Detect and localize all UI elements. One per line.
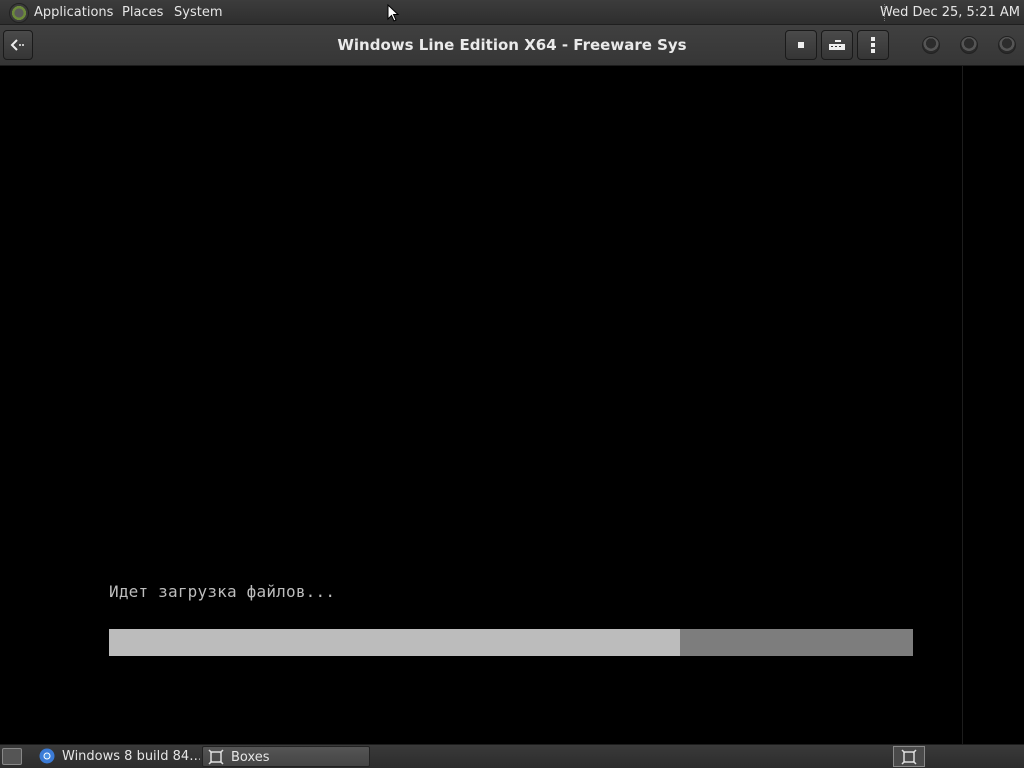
kebab-menu-icon <box>871 37 875 53</box>
mate-logo-icon[interactable] <box>9 3 29 23</box>
display-edge <box>962 66 963 744</box>
boxes-icon <box>208 749 224 765</box>
menu-button[interactable] <box>857 30 889 60</box>
vm-display[interactable]: Идет загрузка файлов... <box>0 66 1024 744</box>
boxes-icon <box>901 748 917 765</box>
chrome-icon <box>39 748 55 764</box>
progress-fill <box>109 629 680 656</box>
top-panel: Applications Places System Wed Dec 25, 5… <box>0 0 1024 25</box>
send-keys-button[interactable] <box>821 30 853 60</box>
taskbar-item-label: Windows 8 build 84… <box>62 749 200 764</box>
applications-menu[interactable]: Applications <box>34 0 113 25</box>
taskbar-item-boxes[interactable]: Boxes <box>202 746 370 767</box>
loading-text: Идет загрузка файлов... <box>109 582 336 601</box>
progress-bar <box>109 629 913 656</box>
places-menu[interactable]: Places <box>122 0 163 25</box>
taskbar-item-label: Boxes <box>231 750 270 765</box>
boxes-tray-icon[interactable] <box>893 746 925 767</box>
system-menu[interactable]: System <box>174 0 222 25</box>
stop-button[interactable] <box>785 30 817 60</box>
bottom-panel: Windows 8 build 84… Boxes <box>0 744 1024 768</box>
minimize-icon[interactable] <box>922 36 940 54</box>
mouse-cursor-icon <box>387 4 399 22</box>
stop-icon <box>798 42 804 48</box>
back-arrow-icon <box>10 39 24 51</box>
maximize-icon[interactable] <box>960 36 978 54</box>
back-button[interactable] <box>3 30 33 60</box>
taskbar-item-windows8[interactable]: Windows 8 build 84… <box>34 746 200 767</box>
clock[interactable]: Wed Dec 25, 5:21 AM <box>880 0 1020 25</box>
close-icon[interactable] <box>998 36 1016 54</box>
show-desktop-icon[interactable] <box>2 748 22 765</box>
keyboard-icon <box>829 40 845 50</box>
boxes-header-bar: Windows Line Edition X64 - Freeware Sys <box>0 25 1024 66</box>
